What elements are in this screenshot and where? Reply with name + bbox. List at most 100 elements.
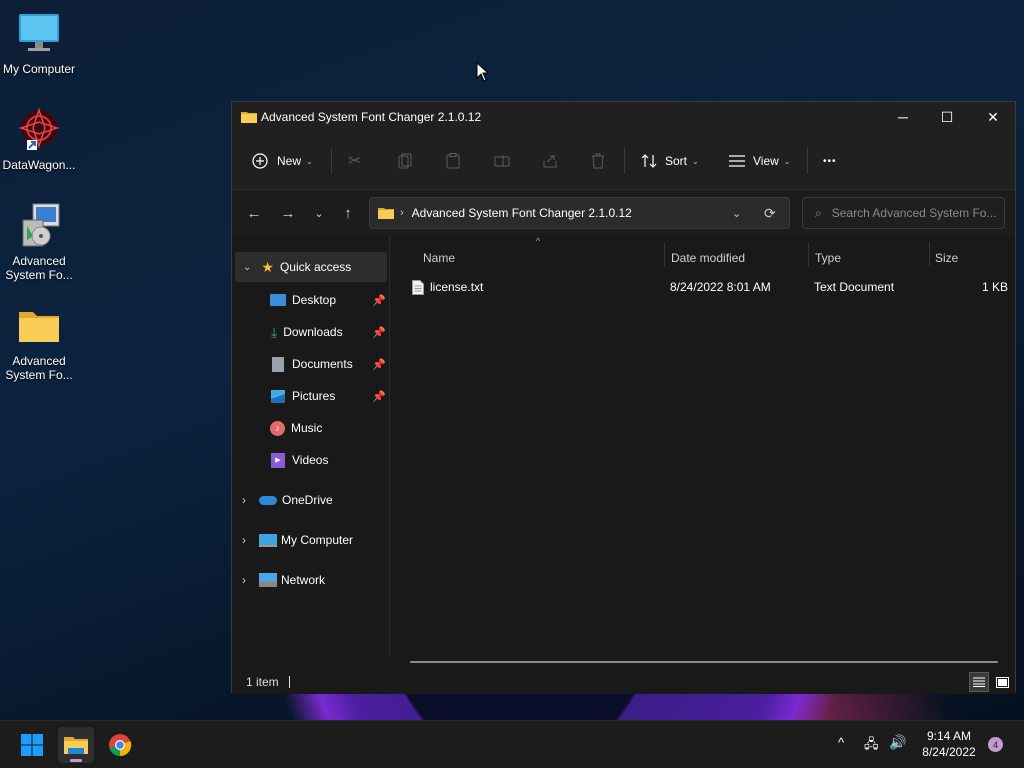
sidebar-item-onedrive[interactable]: › OneDrive xyxy=(232,485,388,515)
chevron-right-icon: › xyxy=(242,493,246,507)
mouse-cursor-icon xyxy=(476,61,490,85)
column-divider[interactable] xyxy=(664,242,665,266)
desktop-icon-datawagon[interactable]: DataWagon... xyxy=(1,106,77,172)
close-button[interactable]: ✕ xyxy=(970,102,1016,132)
copy-button[interactable] xyxy=(398,149,412,173)
document-icon xyxy=(272,356,284,372)
view-label: View xyxy=(753,154,779,168)
pin-icon: 📌 xyxy=(372,326,386,339)
minimize-button[interactable]: ─ xyxy=(880,102,926,132)
volume-icon[interactable]: 🔊 xyxy=(889,734,906,751)
desktop-icon-installer[interactable]: Advanced System Fo... xyxy=(1,202,77,282)
arrow-up-icon: ↑ xyxy=(344,204,352,222)
view-button[interactable]: View ⌄ xyxy=(729,149,791,173)
taskbar-file-explorer[interactable] xyxy=(58,727,94,763)
chevron-down-icon: ⌄ xyxy=(243,261,252,273)
file-type: Text Document xyxy=(814,280,895,294)
horizontal-scrollbar[interactable] xyxy=(410,661,998,663)
sidebar-item-label: Pictures xyxy=(292,389,336,403)
show-hidden-icons-button[interactable]: ^ xyxy=(838,735,844,750)
clock-date: 8/24/2022 xyxy=(922,745,976,759)
status-bar: 1 item xyxy=(232,670,1015,694)
sidebar-item-music[interactable]: ♪ Music xyxy=(232,413,388,443)
address-dropdown-icon[interactable]: ⌄ xyxy=(732,207,741,220)
column-header-size[interactable]: Size xyxy=(935,246,1005,270)
title-bar[interactable]: Advanced System Font Changer 2.1.0.12 ─ … xyxy=(232,102,1015,132)
column-header-type[interactable]: Type xyxy=(815,246,929,270)
sidebar-item-desktop[interactable]: Desktop 📌 xyxy=(232,285,388,315)
sidebar-item-pictures[interactable]: Pictures 📌 xyxy=(232,381,388,411)
breadcrumb-current[interactable]: Advanced System Font Changer 2.1.0.12 xyxy=(412,206,632,220)
windows-logo-icon xyxy=(21,734,43,756)
up-button[interactable]: ↑ xyxy=(336,202,360,224)
table-row[interactable]: license.txt 8/24/2022 8:01 AM Text Docum… xyxy=(408,276,1008,298)
sidebar-item-label: My Computer xyxy=(281,533,354,547)
share-button[interactable] xyxy=(542,149,558,173)
installer-icon xyxy=(15,202,63,250)
maximize-button[interactable]: ☐ xyxy=(924,102,970,132)
sidebar-item-documents[interactable]: Documents 📌 xyxy=(232,349,388,379)
share-icon xyxy=(543,155,557,168)
sidebar-item-network[interactable]: › Network xyxy=(232,565,388,595)
column-divider[interactable] xyxy=(808,242,809,266)
sort-label: Sort xyxy=(665,154,688,168)
desktop-icon-my-computer[interactable]: My Computer xyxy=(1,10,77,76)
sidebar-item-downloads[interactable]: ⤓ Downloads 📌 xyxy=(232,317,388,347)
taskbar-chrome[interactable] xyxy=(102,727,138,763)
sidebar-item-my-computer[interactable]: › My Computer xyxy=(232,525,388,555)
details-view-button[interactable] xyxy=(969,672,989,692)
sort-button[interactable]: Sort ⌄ xyxy=(641,149,699,173)
delete-button[interactable] xyxy=(591,149,605,173)
star-icon: ★ xyxy=(261,258,274,275)
column-header-date-modified[interactable]: Date modified xyxy=(671,246,807,270)
large-icons-view-button[interactable] xyxy=(992,672,1012,692)
desktop-icon-label: My Computer xyxy=(2,62,76,76)
sidebar-item-videos[interactable]: ▶ Videos xyxy=(232,445,388,475)
chevron-down-icon: ⌄ xyxy=(783,156,791,166)
pin-icon: 📌 xyxy=(372,390,386,403)
refresh-icon[interactable]: ⟳ xyxy=(764,205,776,222)
sidebar-item-label: Videos xyxy=(292,453,329,467)
more-options-button[interactable]: ••• xyxy=(823,149,837,173)
chevron-down-icon: ⌄ xyxy=(692,156,699,166)
sort-indicator-icon: ^ xyxy=(536,236,541,246)
search-input[interactable]: ⌕ Search Advanced System Fo... xyxy=(802,197,1005,229)
column-header-name[interactable]: Name xyxy=(423,246,663,270)
monitor-icon xyxy=(15,10,63,58)
monitor-icon xyxy=(259,533,277,547)
scissors-icon: ✂ xyxy=(348,153,362,170)
desktop-icon-label: DataWagon... xyxy=(2,158,76,172)
file-list: ^ Name Date modified Type Size license.t… xyxy=(390,236,1015,663)
divider xyxy=(807,148,808,174)
chevron-down-icon: ⌄ xyxy=(306,156,313,166)
sidebar-item-label: Downloads xyxy=(283,325,343,339)
notification-badge[interactable]: 4 xyxy=(988,737,1003,752)
details-view-icon xyxy=(973,677,985,687)
sidebar-item-quick-access[interactable]: ⌄ ★ Quick access xyxy=(235,252,387,282)
start-button[interactable] xyxy=(14,727,50,763)
paste-button[interactable] xyxy=(446,149,460,173)
new-label: New xyxy=(277,154,302,168)
column-divider[interactable] xyxy=(929,242,930,266)
column-label: Date modified xyxy=(671,251,746,265)
tiles-view-icon xyxy=(995,676,1009,688)
desktop-icon-folder[interactable]: Advanced System Fo... xyxy=(1,302,77,382)
new-button[interactable]: New ⌄ xyxy=(252,149,313,173)
folder-icon xyxy=(378,208,394,219)
sidebar-item-label: Desktop xyxy=(292,293,337,307)
address-bar[interactable]: › Advanced System Font Changer 2.1.0.12 … xyxy=(369,197,790,229)
forward-button[interactable]: → xyxy=(276,202,300,224)
active-indicator xyxy=(70,759,82,762)
rename-button[interactable] xyxy=(494,149,510,173)
cut-button[interactable]: ✂ xyxy=(348,149,361,173)
file-name: license.txt xyxy=(430,280,484,294)
network-icon xyxy=(259,573,277,587)
back-button[interactable]: ← xyxy=(242,202,266,224)
network-status-icon[interactable]: 🖧 xyxy=(864,735,879,757)
clock-time: 9:14 AM xyxy=(926,729,972,743)
recent-locations-button[interactable]: ⌄ xyxy=(307,202,331,224)
file-date-modified: 8/24/2022 8:01 AM xyxy=(670,280,771,294)
clock[interactable]: 9:14 AM 8/24/2022 xyxy=(913,728,985,760)
folder-icon xyxy=(241,112,257,123)
download-icon: ⤓ xyxy=(271,323,278,340)
